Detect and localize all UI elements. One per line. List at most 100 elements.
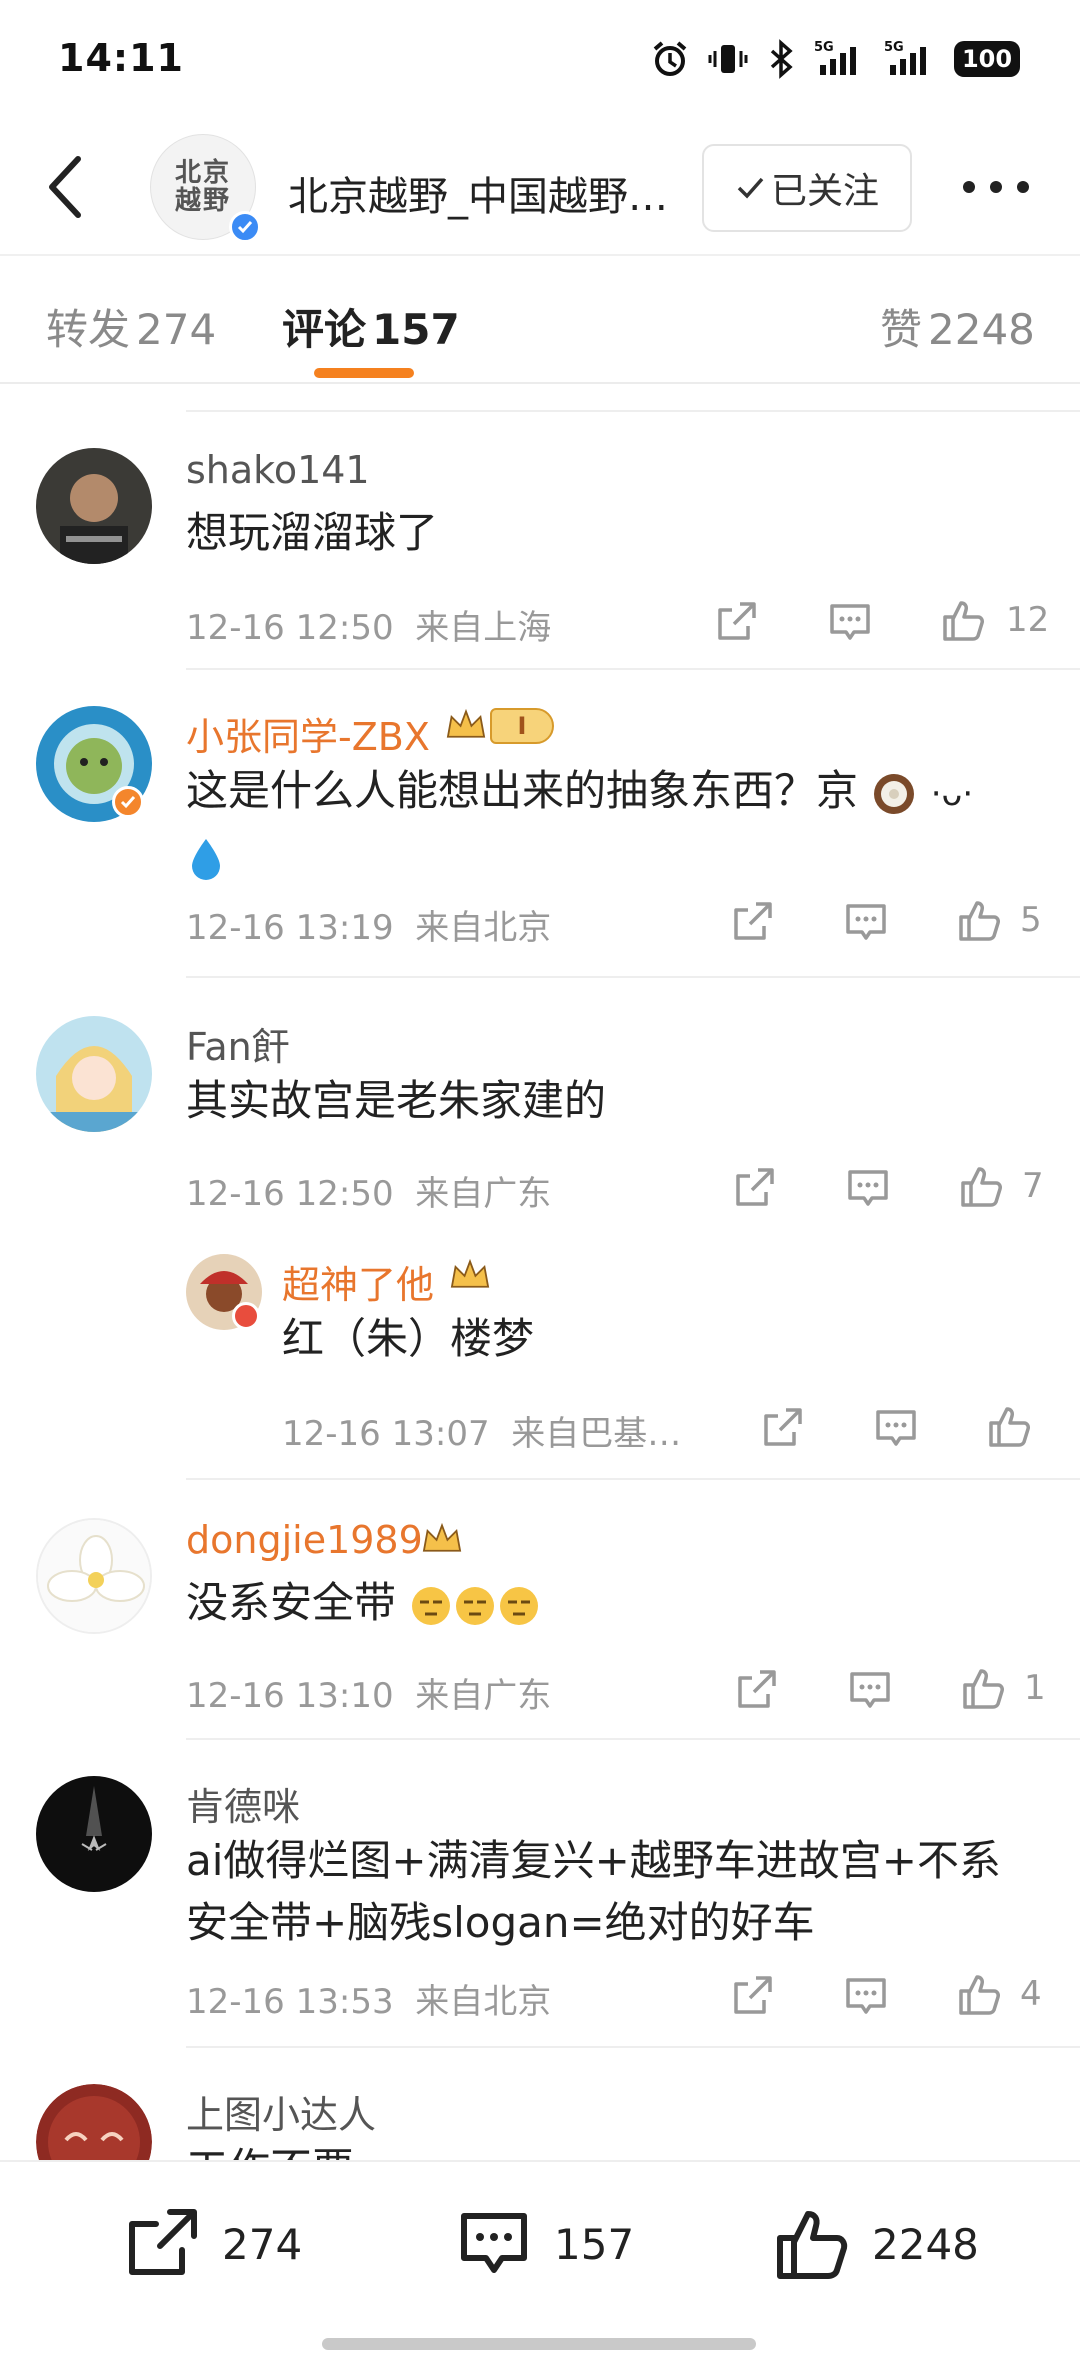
home-indicator[interactable] (322, 2338, 756, 2350)
status-icons: 5G 5G 100 (650, 38, 1020, 80)
repost-count: 274 (222, 2219, 303, 2269)
verified-icon (112, 786, 144, 818)
like-count: 12 (1006, 600, 1050, 640)
share-button[interactable] (720, 1964, 784, 2028)
follow-button[interactable]: 已关注 (702, 144, 912, 232)
follow-label: 已关注 (770, 171, 879, 212)
reply-button[interactable] (836, 1156, 900, 1220)
reply-time: 12-16 13:07 (282, 1414, 490, 1454)
divider (186, 1738, 1080, 1740)
like-icon (989, 1407, 1030, 1447)
avatar[interactable] (36, 2084, 152, 2160)
tab-likes[interactable]: 赞 2248 (880, 296, 1035, 357)
comment-username[interactable]: 上图小达人 (186, 2084, 376, 2139)
reply-avatar-badge (232, 1302, 260, 1330)
reply-button[interactable] (834, 1964, 898, 2028)
comment-icon (846, 904, 886, 940)
account-avatar[interactable]: 北京 越野 (150, 134, 261, 243)
share-icon (738, 1670, 776, 1708)
comment-text-line2: 安全带+脑残slogan=绝对的好车 (186, 1898, 815, 1947)
check-icon (737, 177, 764, 199)
vibrate-icon (708, 45, 748, 73)
comment-username[interactable]: Fan飦 (186, 1016, 290, 1071)
reply-username[interactable]: 超神了他 (282, 1254, 434, 1309)
comment-text: 工作不要 (186, 2138, 354, 2160)
comment-username[interactable]: 小张同学-ZBX (186, 706, 430, 761)
crown-icon (450, 1258, 490, 1288)
tab-comments[interactable]: 评论 157 (282, 296, 460, 357)
like-count-total: 2248 (872, 2219, 979, 2269)
share-button[interactable] (704, 590, 768, 654)
comment-meta: 12-16 13:10 来自广东 (186, 1668, 551, 1717)
like-button[interactable] (948, 888, 1012, 952)
share-button[interactable] (724, 1658, 788, 1722)
comment-time: 12-16 13:10 (186, 1676, 394, 1716)
comment-meta: 12-16 12:50 来自广东 (186, 1166, 551, 1215)
comment-text: ai做得烂图+满清复兴+越野车进故宫+不系 安全带+脑残slogan=绝对的好车 (186, 1830, 1066, 1954)
reply-button[interactable] (818, 590, 882, 654)
comment-icon (850, 1672, 890, 1708)
share-icon (718, 602, 756, 640)
avatar[interactable] (36, 448, 152, 564)
comment-icon (876, 1410, 916, 1446)
sweat-drop-icon (192, 838, 220, 880)
emoji-icon (412, 1586, 539, 1625)
comment-username[interactable]: shako141 (186, 448, 370, 492)
divider (186, 668, 1080, 670)
like-post-button[interactable]: 2248 (774, 2202, 979, 2286)
comment-text: 这是什么人能想出来的抽象东西？京 ·ᴗ· (186, 760, 1046, 887)
like-count: 4 (1020, 1974, 1042, 2014)
coconut-emoji-icon (874, 773, 915, 814)
divider (186, 1478, 1080, 1480)
comment-username[interactable]: dongjie1989 (186, 1518, 423, 1562)
comment-username[interactable]: 肯德咪 (186, 1776, 300, 1831)
tab-bar: 转发 274 评论 157 赞 2248 (0, 254, 1080, 384)
comment-text: 其实故宫是老朱家建的 (186, 1076, 607, 1125)
avatar[interactable] (36, 1776, 152, 1892)
avatar[interactable] (36, 1016, 152, 1132)
more-button[interactable] (960, 160, 1032, 214)
back-button[interactable] (34, 154, 94, 220)
like-button[interactable] (952, 1656, 1016, 1720)
avatar-logo-line1: 北京 (174, 158, 231, 188)
avatar-logo-line2: 越野 (174, 186, 231, 216)
svg-text:5G: 5G (884, 40, 904, 55)
like-button[interactable] (950, 1154, 1014, 1218)
signal-5g-icon: 5G (814, 40, 856, 75)
signal-5g-icon-2: 5G (884, 40, 926, 75)
comment-time: 12-16 13:19 (186, 908, 394, 948)
reply-button[interactable] (834, 890, 898, 954)
share-button[interactable] (720, 890, 784, 954)
reply-button[interactable] (838, 1658, 902, 1722)
like-icon (959, 901, 1000, 941)
reply-meta: 12-16 13:07 来自巴基… (282, 1406, 681, 1455)
comment-location: 来自广东 (415, 1676, 552, 1716)
account-title[interactable]: 北京越野_中国越野… (288, 164, 678, 222)
bluetooth-icon (770, 39, 793, 79)
like-button[interactable] (932, 588, 996, 652)
divider (186, 410, 1080, 412)
tab-comments-count: 157 (372, 305, 460, 354)
like-icon (777, 2211, 848, 2279)
comment-location: 来自广东 (415, 1174, 552, 1214)
share-button[interactable] (722, 1156, 786, 1220)
like-button[interactable] (948, 1962, 1012, 2026)
battery-indicator: 100 (954, 41, 1020, 77)
verified-icon (229, 211, 261, 243)
tab-reposts[interactable]: 转发 274 (46, 296, 216, 357)
comment-meta: 12-16 13:53 来自北京 (186, 1974, 551, 2023)
comment-location: 来自北京 (415, 1982, 552, 2022)
comment-text: 没系安全带 (186, 1572, 541, 1634)
comment-location: 来自北京 (415, 908, 552, 948)
divider (186, 2046, 1080, 2048)
share-button[interactable] (750, 1396, 814, 1460)
repost-button[interactable]: 274 (124, 2202, 302, 2286)
tab-reposts-label: 转发 (46, 305, 131, 354)
tab-likes-count: 2248 (928, 305, 1035, 354)
comment-time: 12-16 12:50 (186, 608, 394, 648)
share-icon (736, 1168, 774, 1206)
reply-button[interactable] (864, 1396, 928, 1460)
avatar[interactable] (36, 1518, 152, 1634)
comment-button[interactable]: 157 (456, 2202, 634, 2286)
like-button[interactable] (978, 1394, 1042, 1458)
